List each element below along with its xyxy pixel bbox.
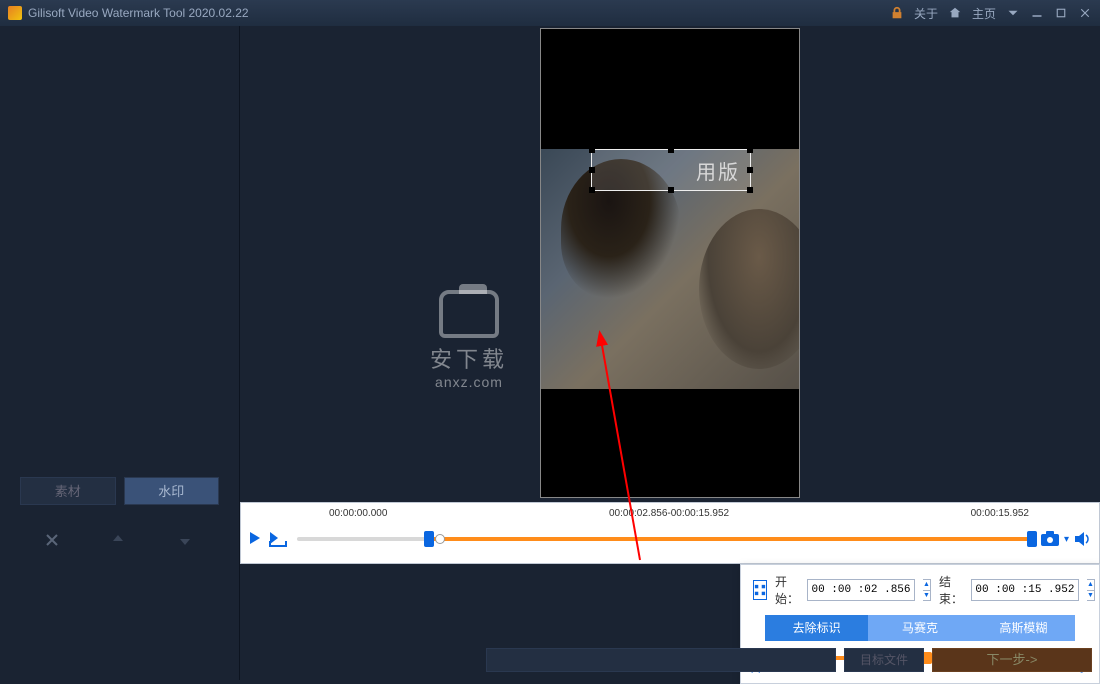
start-time-spinner[interactable]: ▲▼ xyxy=(923,579,931,601)
app-logo xyxy=(8,6,22,20)
video-preview[interactable]: 用版 xyxy=(540,28,800,498)
end-time-input[interactable] xyxy=(971,579,1079,601)
timeline-range-label: 00:00:02.856-00:00:15.952 xyxy=(609,508,729,519)
lock-icon[interactable] xyxy=(890,6,904,20)
resize-handle[interactable] xyxy=(589,187,595,193)
home-link[interactable]: 主页 xyxy=(972,5,996,22)
play-range-icon[interactable] xyxy=(267,529,289,549)
dropdown-icon[interactable] xyxy=(1006,6,1020,20)
timeline-end-label: 00:00:15.952 xyxy=(971,508,1029,519)
snapshot-icon[interactable] xyxy=(1040,530,1060,548)
minimize-icon[interactable] xyxy=(1030,6,1044,20)
resize-handle[interactable] xyxy=(668,187,674,193)
delete-icon[interactable] xyxy=(44,532,62,550)
tab-mosaic[interactable]: 马赛克 xyxy=(868,615,971,641)
volume-icon[interactable] xyxy=(1073,530,1093,548)
resize-handle[interactable] xyxy=(589,147,595,153)
end-time-spinner[interactable]: ▲▼ xyxy=(1087,579,1095,601)
start-time-label: 开始： xyxy=(775,573,799,607)
tab-remove-logo[interactable]: 去除标识 xyxy=(765,615,868,641)
resize-handle[interactable] xyxy=(668,147,674,153)
next-button[interactable]: 下一步-> xyxy=(932,648,1092,672)
workspace: 用版 00:00:00.000 00:00:02.856-00:00:15.95… xyxy=(240,26,1100,680)
watermark-text: 用版 xyxy=(696,156,740,185)
timeline-track[interactable] xyxy=(297,532,1032,546)
tab-watermark[interactable]: 水印 xyxy=(124,477,220,505)
range-start-handle[interactable] xyxy=(424,531,434,547)
tab-gaussian-blur[interactable]: 高斯模糊 xyxy=(972,615,1075,641)
window-title: Gilisoft Video Watermark Tool 2020.02.22 xyxy=(28,6,890,20)
dropdown-icon[interactable]: ▾ xyxy=(1064,534,1069,545)
resize-handle[interactable] xyxy=(747,167,753,173)
output-bar: 目标文件 下一步-> xyxy=(486,646,1092,674)
playhead[interactable] xyxy=(435,534,445,544)
play-icon[interactable] xyxy=(247,530,265,548)
start-time-input[interactable] xyxy=(807,579,915,601)
tab-material[interactable]: 素材 xyxy=(20,477,116,505)
resize-handle[interactable] xyxy=(747,147,753,153)
sidebar: 素材 水印 xyxy=(0,26,240,680)
close-icon[interactable] xyxy=(1078,6,1092,20)
about-link[interactable]: 关于 xyxy=(914,5,938,22)
move-down-icon[interactable] xyxy=(177,532,195,550)
resize-handle[interactable] xyxy=(589,167,595,173)
maximize-icon[interactable] xyxy=(1054,6,1068,20)
fit-screen-icon[interactable] xyxy=(753,580,767,600)
range-end-handle[interactable] xyxy=(1027,531,1037,547)
output-path-field[interactable] xyxy=(486,648,836,672)
resize-handle[interactable] xyxy=(747,187,753,193)
watermark-selection[interactable]: 用版 xyxy=(591,149,751,191)
browse-button[interactable]: 目标文件 xyxy=(844,648,924,672)
end-time-label: 结束： xyxy=(939,573,963,607)
timeline-start-label: 00:00:00.000 xyxy=(329,508,387,519)
move-up-icon[interactable] xyxy=(110,532,128,550)
timeline: 00:00:00.000 00:00:02.856-00:00:15.952 0… xyxy=(240,502,1100,564)
home-icon[interactable] xyxy=(948,6,962,20)
